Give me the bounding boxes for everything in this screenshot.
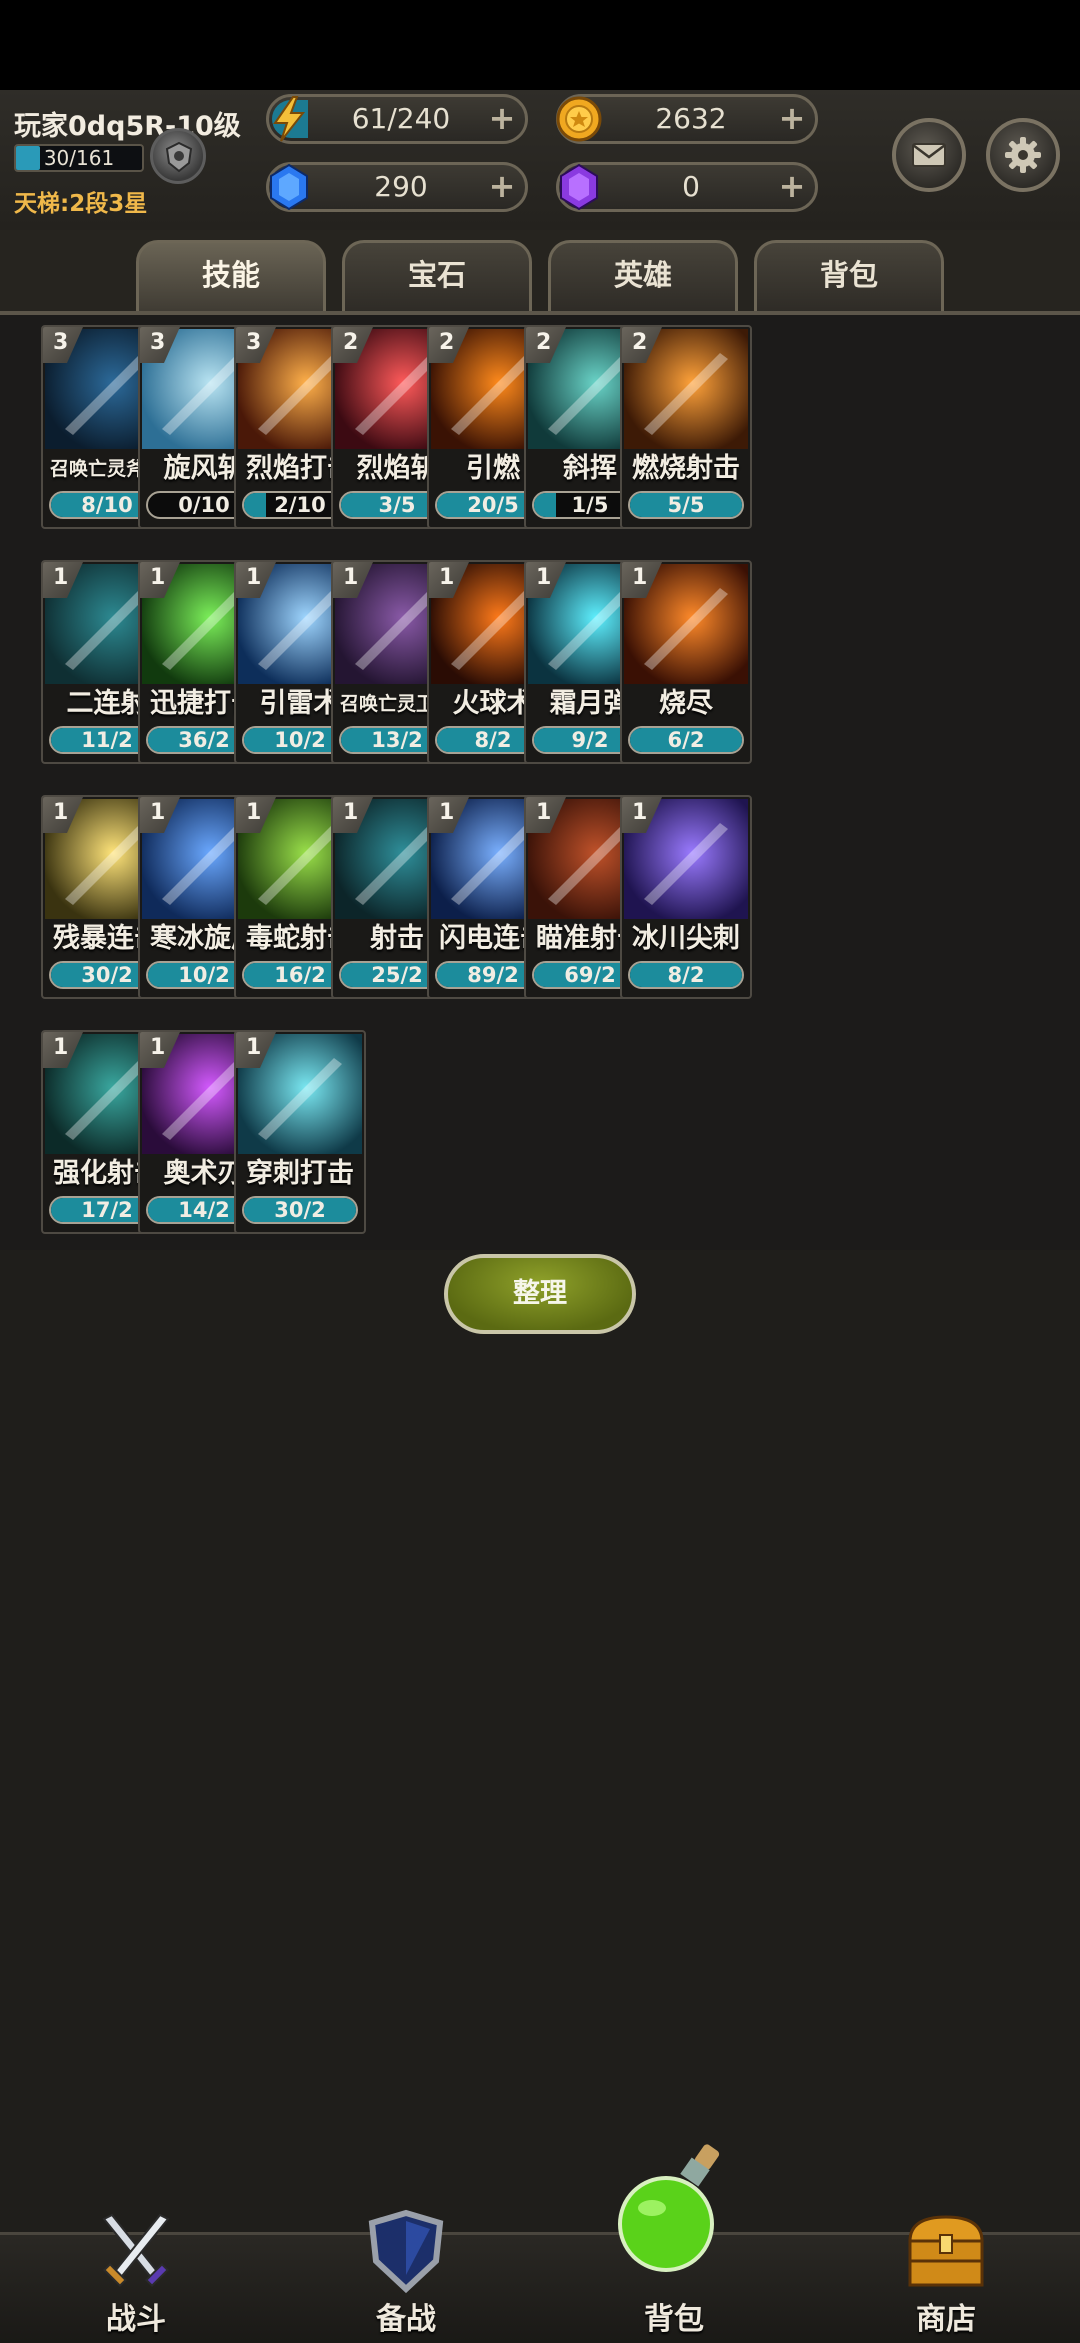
nav-prepare[interactable]: 备战	[326, 2205, 486, 2340]
rank-emblem-icon[interactable]	[150, 128, 206, 184]
skill-card[interactable]: 2 燃烧射击 5/5	[620, 325, 752, 529]
purple-gem-box: 0 +	[556, 162, 818, 212]
add-blue-gem-button[interactable]: +	[483, 169, 521, 205]
nav-shop-label: 商店	[916, 2302, 976, 2337]
skill-name: 烧尽	[659, 688, 713, 719]
tab-heroes[interactable]: 英雄	[548, 240, 738, 312]
skill-progress-bar: 6/2	[628, 726, 744, 754]
tab-backpack[interactable]: 背包	[754, 240, 944, 312]
ladder-rank: 天梯:2段3星	[14, 191, 148, 217]
skill-count: 8/2	[667, 963, 705, 987]
nav-backpack-label: 背包	[644, 2302, 704, 2337]
skill-progress-bar: 8/2	[628, 961, 744, 989]
gear-icon	[1005, 137, 1041, 173]
skill-count: 5/5	[667, 493, 705, 517]
xp-bar: 30/161	[14, 144, 144, 172]
sort-button[interactable]: 整理	[444, 1254, 636, 1334]
gold-value: 2632	[655, 102, 727, 135]
mail-icon	[912, 143, 946, 167]
skill-card[interactable]: 1 烧尽 6/2	[620, 560, 752, 764]
gold-coin-icon	[556, 96, 602, 142]
skill-progress-bar: 5/5	[628, 491, 744, 519]
potion-icon	[618, 2144, 720, 2272]
treasure-chest-icon	[908, 2215, 984, 2287]
add-gold-button[interactable]: +	[773, 101, 811, 137]
nav-shop[interactable]: 商店	[866, 2205, 1026, 2340]
blue-gem-icon	[270, 163, 308, 211]
nav-prepare-label: 备战	[376, 2302, 436, 2337]
lightning-icon	[273, 96, 306, 142]
player-name: 玩家0dq5R-10级	[14, 111, 241, 142]
add-purple-gem-button[interactable]: +	[773, 169, 811, 205]
nav-battle-label: 战斗	[106, 2302, 166, 2337]
tab-skills[interactable]: 技能	[136, 240, 326, 312]
blue-gem-box: 290 +	[266, 162, 528, 212]
shield-icon	[368, 2209, 444, 2294]
status-bar	[0, 0, 1080, 90]
nav-battle[interactable]: 战斗	[56, 2205, 216, 2340]
purple-gem-icon	[560, 163, 598, 211]
energy-box: 61/240 +	[266, 94, 528, 144]
xp-text: 30/161	[43, 146, 115, 170]
skill-name: 穿刺打击	[246, 1158, 354, 1189]
add-energy-button[interactable]: +	[483, 101, 521, 137]
skill-name: 冰川尖刺	[632, 923, 740, 954]
nav-backpack[interactable]: 背包	[594, 2140, 754, 2340]
gold-box: 2632 +	[556, 94, 818, 144]
energy-value: 61/240	[351, 102, 451, 135]
purple-gem-value: 0	[682, 170, 700, 203]
skill-card[interactable]: 1 穿刺打击 30/2	[234, 1030, 366, 1234]
crossed-swords-icon	[102, 2213, 170, 2288]
blue-gem-value: 290	[374, 170, 428, 203]
tab-gems[interactable]: 宝石	[342, 240, 532, 312]
skill-name: 燃烧射击	[632, 453, 740, 484]
skill-card[interactable]: 1 冰川尖刺 8/2	[620, 795, 752, 999]
mail-button[interactable]	[892, 118, 966, 192]
skill-count: 30/2	[274, 1198, 326, 1222]
skill-progress-bar: 30/2	[242, 1196, 358, 1224]
skill-count: 6/2	[667, 728, 705, 752]
settings-button[interactable]	[986, 118, 1060, 192]
